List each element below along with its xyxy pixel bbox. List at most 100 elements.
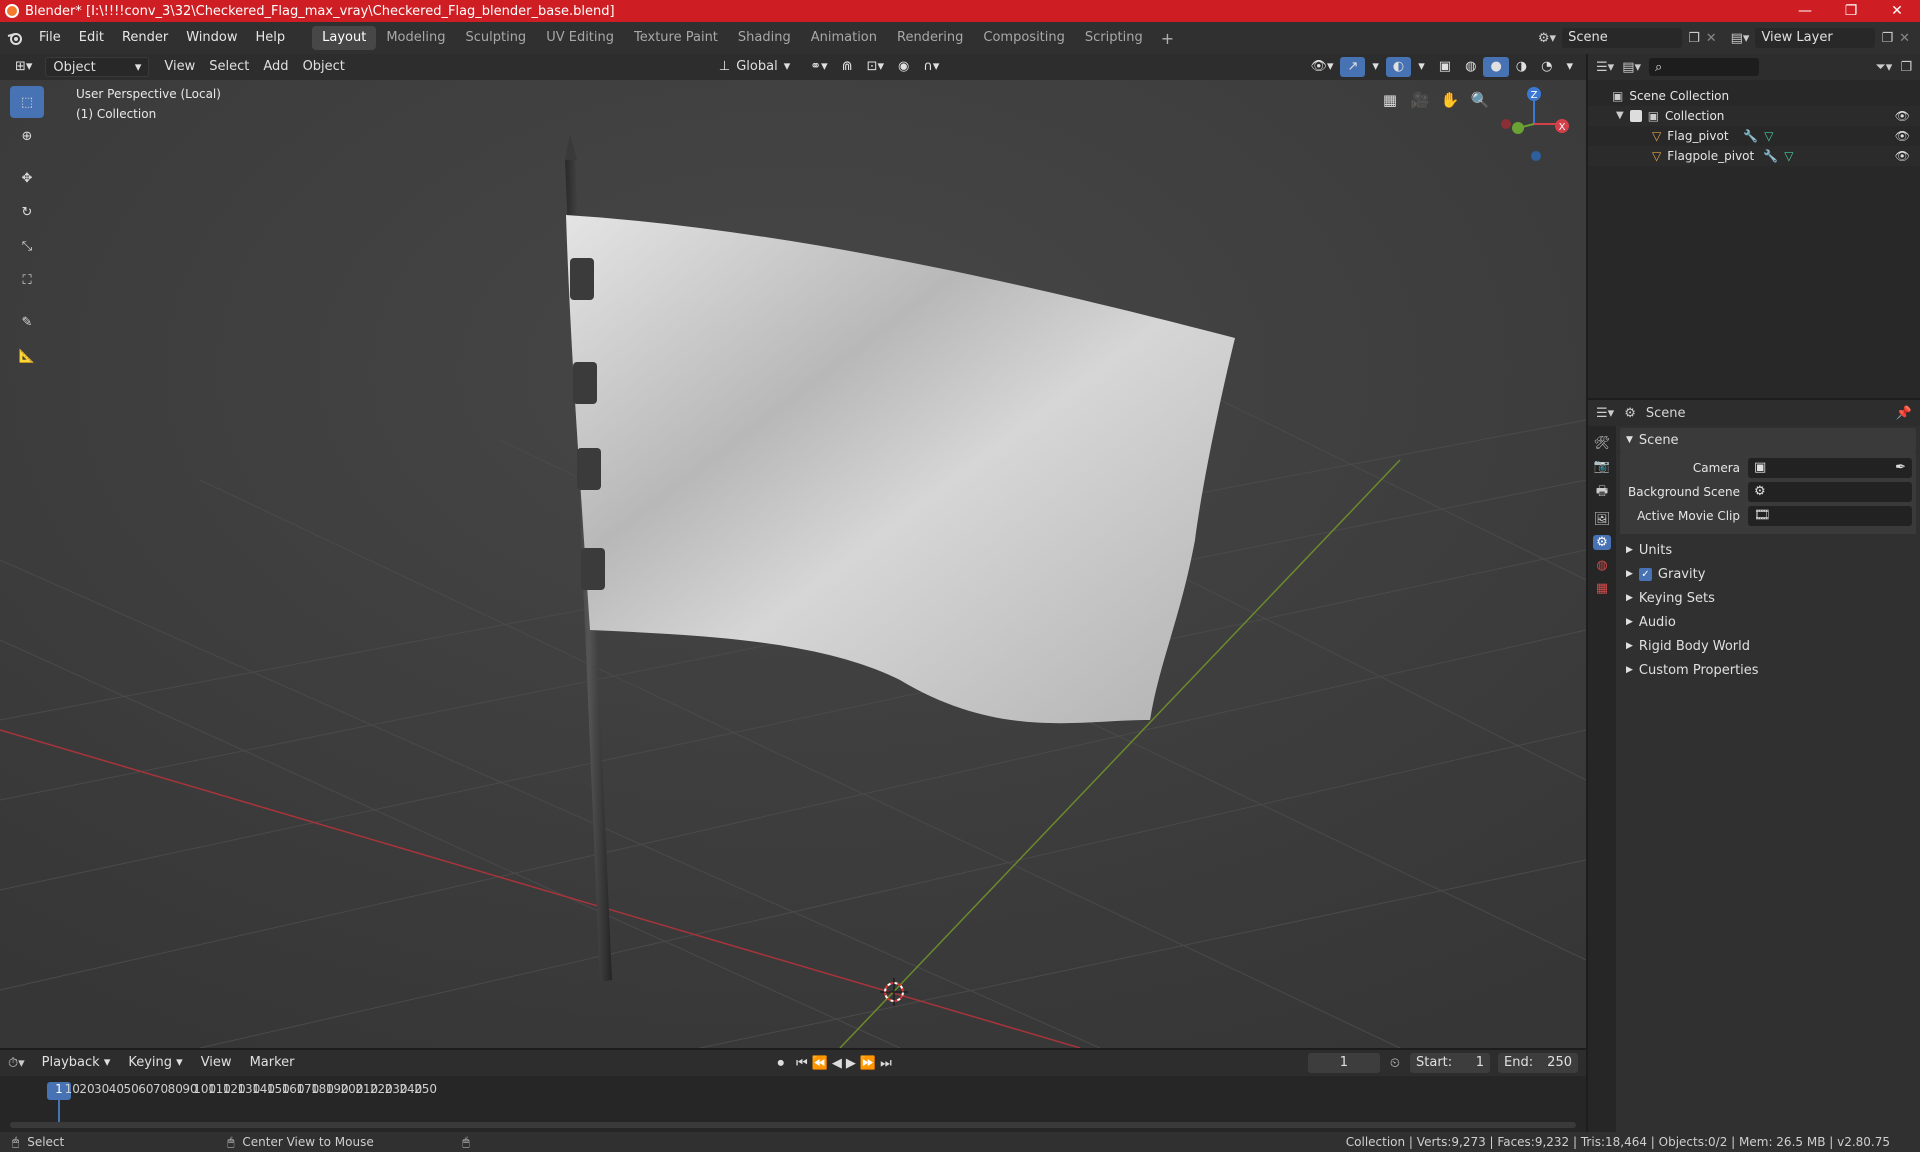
snap-target-icon[interactable]: ⊡▾ — [860, 57, 891, 77]
pan-hand-icon[interactable]: ✋ — [1436, 86, 1464, 114]
pin-icon[interactable]: 📌 — [1896, 406, 1912, 421]
tab-sculpting[interactable]: Sculpting — [455, 26, 536, 50]
tab-animation[interactable]: Animation — [801, 26, 887, 50]
snap-icon[interactable]: ⋒ — [835, 57, 860, 77]
tab-scripting[interactable]: Scripting — [1075, 26, 1153, 50]
prev-keyframe-icon[interactable]: ⏪ — [812, 1056, 828, 1071]
scale-tool-icon[interactable]: ⤡ — [10, 230, 44, 262]
outliner-row-collection[interactable]: ▼ ▣ Collection 👁 — [1588, 106, 1920, 126]
record-button[interactable]: ⏺ — [778, 1056, 785, 1071]
tab-compositing[interactable]: Compositing — [973, 26, 1075, 50]
timeline-scrollbar[interactable] — [10, 1122, 1576, 1128]
outliner-row-scene-collection[interactable]: ▣ Scene Collection — [1588, 86, 1920, 106]
rigid-body-section-header[interactable]: ▶ Rigid Body World — [1620, 634, 1916, 658]
wireframe-shading-icon[interactable]: ◍ — [1458, 57, 1483, 77]
new-scene-icon[interactable]: ❐ — [1688, 31, 1700, 46]
play-icon[interactable]: ▶ — [846, 1056, 856, 1071]
outliner-editor-icon[interactable]: ☰▾ — [1596, 60, 1614, 75]
timeline-editor-icon[interactable]: ⏱▾ — [8, 1056, 25, 1071]
menu-object[interactable]: Object — [296, 57, 352, 77]
rotate-tool-icon[interactable]: ↻ — [10, 196, 44, 228]
scene-name-field[interactable]: Scene — [1562, 28, 1683, 48]
eye-icon[interactable]: 👁 — [1895, 146, 1910, 166]
move-tool-icon[interactable]: ✥ — [10, 162, 44, 194]
select-box-tool-icon[interactable]: ⬚ — [10, 86, 44, 118]
menu-view[interactable]: View — [157, 57, 202, 77]
jump-end-icon[interactable]: ⏭ — [880, 1056, 892, 1071]
mode-dropdown[interactable]: Object Mode ▾ — [45, 57, 150, 95]
new-collection-icon[interactable]: ❐ — [1900, 60, 1912, 75]
collection-checkbox[interactable] — [1629, 110, 1642, 122]
expand-arrow-icon[interactable]: ▼ — [1616, 106, 1624, 126]
measure-tool-icon[interactable]: 📐 — [10, 340, 44, 372]
menu-render[interactable]: Render — [113, 22, 177, 54]
tab-modeling[interactable]: Modeling — [376, 26, 455, 50]
next-keyframe-icon[interactable]: ⏩ — [860, 1056, 876, 1071]
jump-start-icon[interactable]: ⏮ — [796, 1056, 808, 1071]
close-button[interactable]: ✕ — [1874, 0, 1920, 22]
menu-keying[interactable]: Keying ▾ — [121, 1053, 189, 1073]
pivot-point-icon[interactable]: ⚭▾ — [803, 57, 834, 77]
custom-properties-section-header[interactable]: ▶ Custom Properties — [1620, 658, 1916, 682]
add-workspace-button[interactable]: + — [1153, 29, 1182, 48]
eye-icon[interactable]: 👁 — [1895, 106, 1910, 126]
outliner-row-object[interactable]: ▽ Flag_pivot 🔧 ▽ 👁 — [1588, 126, 1920, 146]
eyedropper-icon[interactable]: ✒ — [1895, 458, 1906, 478]
world-tab-icon[interactable]: ◍ — [1596, 558, 1607, 573]
mesh-data-icon[interactable]: ▽ — [1764, 126, 1889, 146]
outliner-search-input[interactable]: ⌕ — [1649, 58, 1759, 76]
overlay-menu-icon[interactable]: ▾ — [1411, 57, 1432, 77]
grid-view-icon[interactable]: ▦ — [1376, 86, 1404, 114]
delete-view-layer-icon[interactable]: ✕ — [1899, 31, 1910, 46]
properties-editor-icon[interactable]: ☰▾ — [1596, 406, 1614, 421]
scene-tab-icon[interactable]: ⚙ — [1593, 535, 1611, 550]
blender-menu-icon[interactable] — [0, 31, 30, 45]
movie-clip-field[interactable]: 🎞 — [1748, 506, 1912, 526]
scene-section-header[interactable]: ▼ Scene — [1620, 428, 1916, 452]
view-layer-tab-icon[interactable]: 🖼 — [1594, 512, 1611, 527]
render-tab-icon[interactable]: 📷 — [1594, 459, 1610, 474]
tab-layout[interactable]: Layout — [312, 26, 377, 50]
modifier-wrench-icon[interactable]: 🔧 — [1743, 126, 1758, 146]
timeline-ruler[interactable]: 1 10 20 30 40 50 60 70 80 90 100 110 120 130 140 150 160… — [0, 1076, 1586, 1132]
transform-tool-icon[interactable]: ⛶ — [10, 264, 44, 296]
play-reverse-icon[interactable]: ◀ — [832, 1056, 842, 1071]
menu-playback[interactable]: Playback ▾ — [35, 1053, 118, 1073]
minimize-button[interactable]: — — [1782, 0, 1828, 22]
solid-shading-icon[interactable]: ● — [1483, 57, 1509, 77]
menu-add[interactable]: Add — [256, 57, 295, 77]
eye-icon[interactable]: 👁 — [1895, 126, 1910, 146]
tab-shading[interactable]: Shading — [728, 26, 801, 50]
gravity-section-header[interactable]: ▶ ✓ Gravity — [1620, 562, 1916, 586]
falloff-icon[interactable]: ∩▾ — [916, 57, 946, 77]
menu-marker[interactable]: Marker — [243, 1053, 302, 1073]
overlay-toggle-icon[interactable]: ◐ — [1385, 57, 1412, 77]
menu-file[interactable]: File — [30, 22, 70, 54]
camera-field[interactable]: ▣ ✒ — [1748, 458, 1912, 478]
menu-help[interactable]: Help — [247, 22, 295, 54]
gravity-checkbox[interactable]: ✓ — [1638, 567, 1652, 581]
annotate-tool-icon[interactable]: ✎ — [10, 306, 44, 338]
menu-select[interactable]: Select — [202, 57, 256, 77]
scene-selector-icon[interactable]: ⚙▾ — [1538, 31, 1556, 46]
tab-rendering[interactable]: Rendering — [887, 26, 973, 50]
xray-icon[interactable]: ▣ — [1432, 57, 1458, 77]
axis-gizmo[interactable]: Z X — [1490, 80, 1586, 170]
display-mode-icon[interactable]: ▤▾ — [1622, 60, 1641, 75]
background-scene-field[interactable]: ⚙ — [1748, 482, 1912, 502]
new-view-layer-icon[interactable]: ❐ — [1881, 31, 1893, 46]
menu-window[interactable]: Window — [177, 22, 246, 54]
tab-texture-paint[interactable]: Texture Paint — [624, 26, 728, 50]
maximize-button[interactable]: ❐ — [1828, 0, 1874, 22]
material-shading-icon[interactable]: ◑ — [1509, 57, 1534, 77]
cursor-tool-icon[interactable]: ⊕ — [10, 120, 44, 152]
view-layer-icon[interactable]: ▤▾ — [1731, 31, 1750, 46]
modifier-wrench-icon[interactable]: 🔧 — [1763, 146, 1778, 166]
current-frame-field[interactable]: 1 — [1307, 1053, 1380, 1073]
units-section-header[interactable]: ▶ Units — [1620, 538, 1916, 562]
texture-tab-icon[interactable]: ▦ — [1596, 581, 1608, 596]
output-tab-icon[interactable]: 🖶 — [1596, 482, 1608, 504]
preview-range-icon[interactable]: ⏲ — [1390, 1056, 1400, 1071]
outliner-row-object[interactable]: ▽ Flagpole_pivot 🔧 ▽ 👁 — [1588, 146, 1920, 166]
gizmo-toggle-icon[interactable]: ↗ — [1340, 57, 1366, 77]
